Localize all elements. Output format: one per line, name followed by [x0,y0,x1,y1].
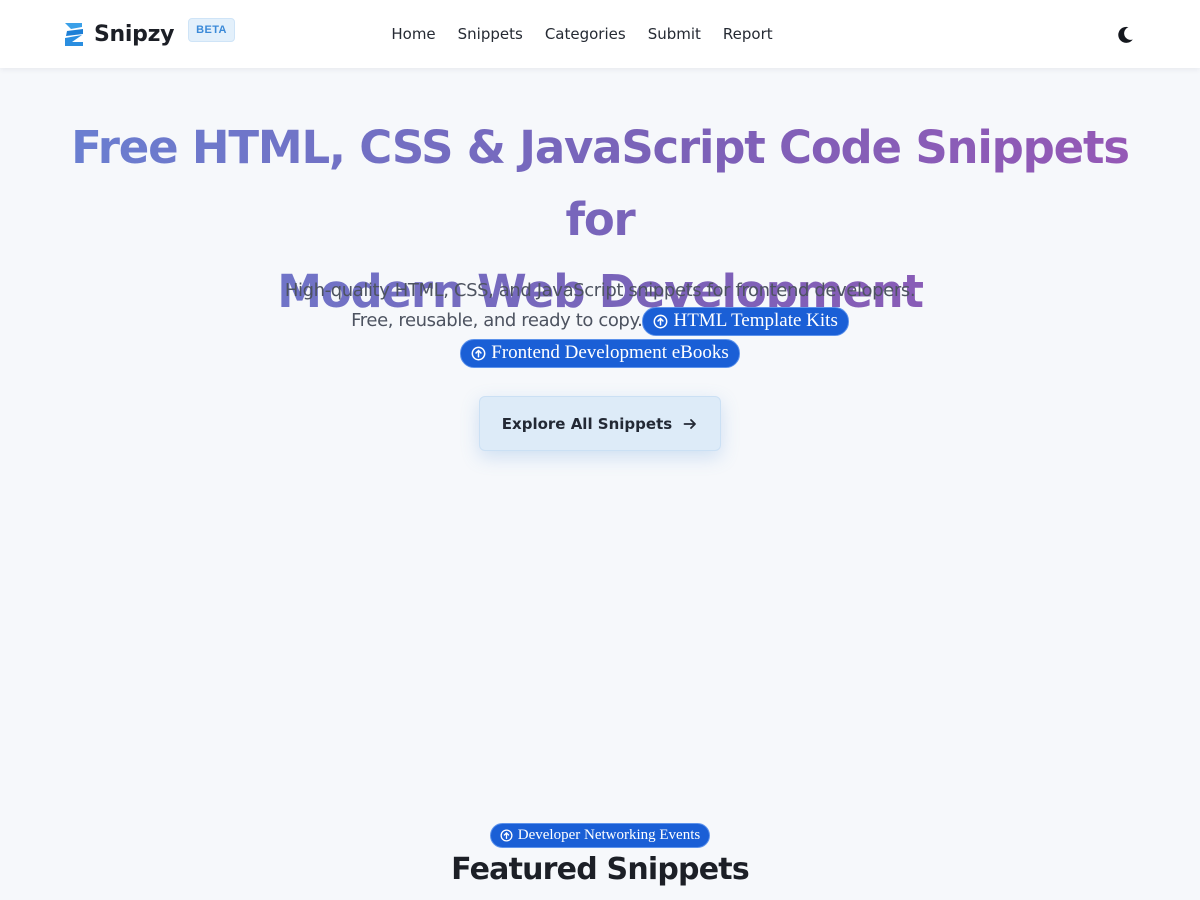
promo-link-label: Developer Networking Events [517,827,701,843]
promo-link-developer-networking[interactable]: Developer Networking Events [489,823,711,848]
site-header: Snipzy BETA Home Snippets Categories Sub… [0,0,1200,68]
promo-link-html-template-kits[interactable]: HTML Template Kits [642,306,849,336]
promo-link-frontend-ebooks[interactable]: Frontend Development eBooks [460,338,740,368]
snipzy-logo-icon [65,23,83,46]
promo-link-label: Frontend Development eBooks [491,342,729,363]
hero-desc-line-1: High-quality HTML, CSS, and JavaScript s… [284,280,916,301]
featured-snippets-heading: Featured Snippets [451,852,750,887]
theme-toggle-button[interactable] [1114,24,1136,46]
explore-snippets-label: Explore All Snippets [501,414,673,433]
promo-row: Frontend Development eBooks [200,338,1000,368]
arrow-right-icon [683,418,697,429]
nav-report[interactable]: Report [723,25,773,43]
brand-name: Snipzy [94,21,175,47]
nav-snippets[interactable]: Snippets [458,25,523,43]
brand-home-link[interactable]: Snipzy BETA [62,18,235,50]
arrow-circle-icon [471,346,486,360]
promo-link-label: HTML Template Kits [673,310,838,331]
moon-icon [1118,26,1133,43]
arrow-circle-icon [654,314,668,328]
nav-categories[interactable]: Categories [545,25,626,43]
nav-home[interactable]: Home [391,25,435,43]
hero-description: High-quality HTML, CSS, and JavaScript s… [200,276,1000,368]
explore-snippets-button[interactable]: Explore All Snippets [479,396,721,451]
nav-submit[interactable]: Submit [648,25,701,43]
hero-desc-line-2: Free, reusable, and ready to copy. [351,310,643,331]
nav-list: Home Snippets Categories Submit Report [391,25,772,43]
arrow-circle-icon [500,829,513,842]
bottom-promo-wrap: Developer Networking Events [0,823,1200,848]
beta-badge: BETA [188,18,235,42]
hero-title-line-1: Free HTML, CSS & JavaScript Code Snippet… [71,121,1129,246]
